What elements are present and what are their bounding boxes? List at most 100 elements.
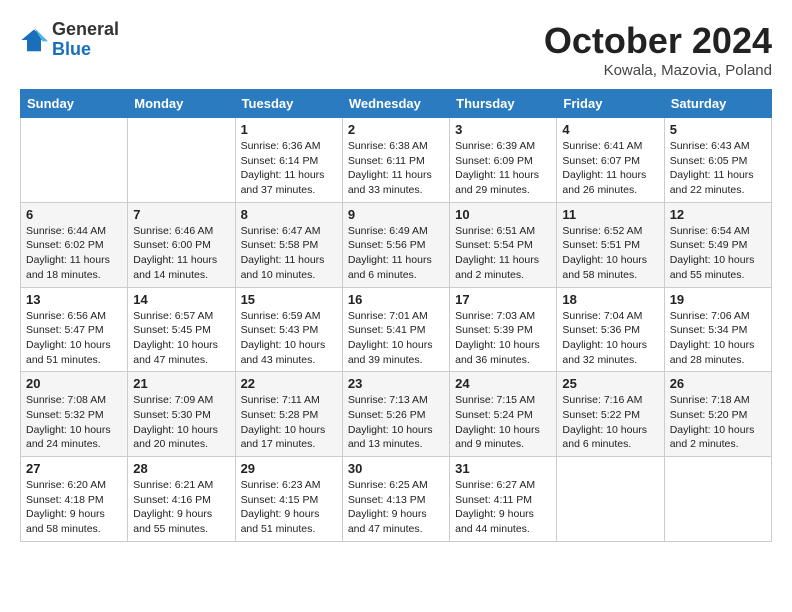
day-number: 28 bbox=[133, 461, 229, 476]
day-info: Sunrise: 6:23 AM Sunset: 4:15 PM Dayligh… bbox=[241, 478, 337, 537]
day-number: 20 bbox=[26, 376, 122, 391]
header-thursday: Thursday bbox=[450, 90, 557, 118]
day-number: 14 bbox=[133, 292, 229, 307]
sunset-text: Sunset: 4:11 PM bbox=[455, 493, 551, 508]
week-row-1: 1 Sunrise: 6:36 AM Sunset: 6:14 PM Dayli… bbox=[21, 118, 772, 203]
day-cell: 18 Sunrise: 7:04 AM Sunset: 5:36 PM Dayl… bbox=[557, 287, 664, 372]
daylight-text: Daylight: 11 hours and 2 minutes. bbox=[455, 253, 551, 282]
day-info: Sunrise: 7:15 AM Sunset: 5:24 PM Dayligh… bbox=[455, 393, 551, 452]
day-info: Sunrise: 6:56 AM Sunset: 5:47 PM Dayligh… bbox=[26, 309, 122, 368]
day-cell: 4 Sunrise: 6:41 AM Sunset: 6:07 PM Dayli… bbox=[557, 118, 664, 203]
sunset-text: Sunset: 5:41 PM bbox=[348, 323, 444, 338]
sunrise-text: Sunrise: 7:11 AM bbox=[241, 393, 337, 408]
sunset-text: Sunset: 5:54 PM bbox=[455, 238, 551, 253]
day-info: Sunrise: 6:20 AM Sunset: 4:18 PM Dayligh… bbox=[26, 478, 122, 537]
day-cell: 10 Sunrise: 6:51 AM Sunset: 5:54 PM Dayl… bbox=[450, 202, 557, 287]
sunset-text: Sunset: 6:00 PM bbox=[133, 238, 229, 253]
day-cell: 26 Sunrise: 7:18 AM Sunset: 5:20 PM Dayl… bbox=[664, 372, 771, 457]
day-info: Sunrise: 6:52 AM Sunset: 5:51 PM Dayligh… bbox=[562, 224, 658, 283]
day-info: Sunrise: 6:25 AM Sunset: 4:13 PM Dayligh… bbox=[348, 478, 444, 537]
sunset-text: Sunset: 6:11 PM bbox=[348, 154, 444, 169]
header-wednesday: Wednesday bbox=[342, 90, 449, 118]
sunrise-text: Sunrise: 6:49 AM bbox=[348, 224, 444, 239]
sunrise-text: Sunrise: 6:36 AM bbox=[241, 139, 337, 154]
sunrise-text: Sunrise: 6:52 AM bbox=[562, 224, 658, 239]
day-cell: 19 Sunrise: 7:06 AM Sunset: 5:34 PM Dayl… bbox=[664, 287, 771, 372]
day-cell: 7 Sunrise: 6:46 AM Sunset: 6:00 PM Dayli… bbox=[128, 202, 235, 287]
sunrise-text: Sunrise: 7:04 AM bbox=[562, 309, 658, 324]
sunset-text: Sunset: 5:51 PM bbox=[562, 238, 658, 253]
daylight-text: Daylight: 10 hours and 58 minutes. bbox=[562, 253, 658, 282]
sunset-text: Sunset: 5:26 PM bbox=[348, 408, 444, 423]
logo-icon bbox=[20, 26, 48, 54]
sunrise-text: Sunrise: 6:25 AM bbox=[348, 478, 444, 493]
week-row-5: 27 Sunrise: 6:20 AM Sunset: 4:18 PM Dayl… bbox=[21, 457, 772, 542]
sunrise-text: Sunrise: 6:39 AM bbox=[455, 139, 551, 154]
day-number: 11 bbox=[562, 207, 658, 222]
logo: General Blue bbox=[20, 20, 119, 60]
day-cell bbox=[664, 457, 771, 542]
day-cell bbox=[557, 457, 664, 542]
daylight-text: Daylight: 9 hours and 55 minutes. bbox=[133, 507, 229, 536]
sunset-text: Sunset: 5:20 PM bbox=[670, 408, 766, 423]
day-cell: 1 Sunrise: 6:36 AM Sunset: 6:14 PM Dayli… bbox=[235, 118, 342, 203]
month-title: October 2024 bbox=[544, 20, 772, 62]
sunset-text: Sunset: 5:56 PM bbox=[348, 238, 444, 253]
sunrise-text: Sunrise: 7:03 AM bbox=[455, 309, 551, 324]
sunset-text: Sunset: 4:13 PM bbox=[348, 493, 444, 508]
day-cell: 31 Sunrise: 6:27 AM Sunset: 4:11 PM Dayl… bbox=[450, 457, 557, 542]
day-number: 26 bbox=[670, 376, 766, 391]
day-cell: 21 Sunrise: 7:09 AM Sunset: 5:30 PM Dayl… bbox=[128, 372, 235, 457]
logo-blue: Blue bbox=[52, 40, 119, 60]
day-info: Sunrise: 6:59 AM Sunset: 5:43 PM Dayligh… bbox=[241, 309, 337, 368]
daylight-text: Daylight: 10 hours and 20 minutes. bbox=[133, 423, 229, 452]
day-cell: 2 Sunrise: 6:38 AM Sunset: 6:11 PM Dayli… bbox=[342, 118, 449, 203]
day-cell: 13 Sunrise: 6:56 AM Sunset: 5:47 PM Dayl… bbox=[21, 287, 128, 372]
day-number: 9 bbox=[348, 207, 444, 222]
sunrise-text: Sunrise: 6:23 AM bbox=[241, 478, 337, 493]
daylight-text: Daylight: 10 hours and 55 minutes. bbox=[670, 253, 766, 282]
day-cell: 27 Sunrise: 6:20 AM Sunset: 4:18 PM Dayl… bbox=[21, 457, 128, 542]
day-info: Sunrise: 6:47 AM Sunset: 5:58 PM Dayligh… bbox=[241, 224, 337, 283]
day-number: 22 bbox=[241, 376, 337, 391]
location: Kowala, Mazovia, Poland bbox=[544, 62, 772, 79]
day-cell: 16 Sunrise: 7:01 AM Sunset: 5:41 PM Dayl… bbox=[342, 287, 449, 372]
sunrise-text: Sunrise: 6:38 AM bbox=[348, 139, 444, 154]
day-cell bbox=[128, 118, 235, 203]
sunrise-text: Sunrise: 7:15 AM bbox=[455, 393, 551, 408]
header-tuesday: Tuesday bbox=[235, 90, 342, 118]
day-info: Sunrise: 6:39 AM Sunset: 6:09 PM Dayligh… bbox=[455, 139, 551, 198]
day-number: 29 bbox=[241, 461, 337, 476]
sunrise-text: Sunrise: 7:09 AM bbox=[133, 393, 229, 408]
header-row: Sunday Monday Tuesday Wednesday Thursday… bbox=[21, 90, 772, 118]
header-friday: Friday bbox=[557, 90, 664, 118]
sunset-text: Sunset: 5:34 PM bbox=[670, 323, 766, 338]
sunset-text: Sunset: 5:49 PM bbox=[670, 238, 766, 253]
day-cell: 22 Sunrise: 7:11 AM Sunset: 5:28 PM Dayl… bbox=[235, 372, 342, 457]
day-cell: 11 Sunrise: 6:52 AM Sunset: 5:51 PM Dayl… bbox=[557, 202, 664, 287]
sunset-text: Sunset: 5:45 PM bbox=[133, 323, 229, 338]
sunrise-text: Sunrise: 6:54 AM bbox=[670, 224, 766, 239]
daylight-text: Daylight: 11 hours and 22 minutes. bbox=[670, 168, 766, 197]
day-info: Sunrise: 7:06 AM Sunset: 5:34 PM Dayligh… bbox=[670, 309, 766, 368]
week-row-3: 13 Sunrise: 6:56 AM Sunset: 5:47 PM Dayl… bbox=[21, 287, 772, 372]
sunset-text: Sunset: 4:15 PM bbox=[241, 493, 337, 508]
day-cell: 23 Sunrise: 7:13 AM Sunset: 5:26 PM Dayl… bbox=[342, 372, 449, 457]
day-info: Sunrise: 6:44 AM Sunset: 6:02 PM Dayligh… bbox=[26, 224, 122, 283]
sunset-text: Sunset: 4:16 PM bbox=[133, 493, 229, 508]
sunrise-text: Sunrise: 6:41 AM bbox=[562, 139, 658, 154]
day-cell: 14 Sunrise: 6:57 AM Sunset: 5:45 PM Dayl… bbox=[128, 287, 235, 372]
day-info: Sunrise: 6:51 AM Sunset: 5:54 PM Dayligh… bbox=[455, 224, 551, 283]
day-cell: 12 Sunrise: 6:54 AM Sunset: 5:49 PM Dayl… bbox=[664, 202, 771, 287]
day-number: 13 bbox=[26, 292, 122, 307]
day-number: 5 bbox=[670, 122, 766, 137]
sunset-text: Sunset: 5:58 PM bbox=[241, 238, 337, 253]
sunrise-text: Sunrise: 6:46 AM bbox=[133, 224, 229, 239]
sunset-text: Sunset: 6:02 PM bbox=[26, 238, 122, 253]
day-info: Sunrise: 6:36 AM Sunset: 6:14 PM Dayligh… bbox=[241, 139, 337, 198]
sunset-text: Sunset: 4:18 PM bbox=[26, 493, 122, 508]
day-cell bbox=[21, 118, 128, 203]
page-header: General Blue October 2024 Kowala, Mazovi… bbox=[20, 20, 772, 79]
daylight-text: Daylight: 10 hours and 17 minutes. bbox=[241, 423, 337, 452]
day-info: Sunrise: 6:43 AM Sunset: 6:05 PM Dayligh… bbox=[670, 139, 766, 198]
